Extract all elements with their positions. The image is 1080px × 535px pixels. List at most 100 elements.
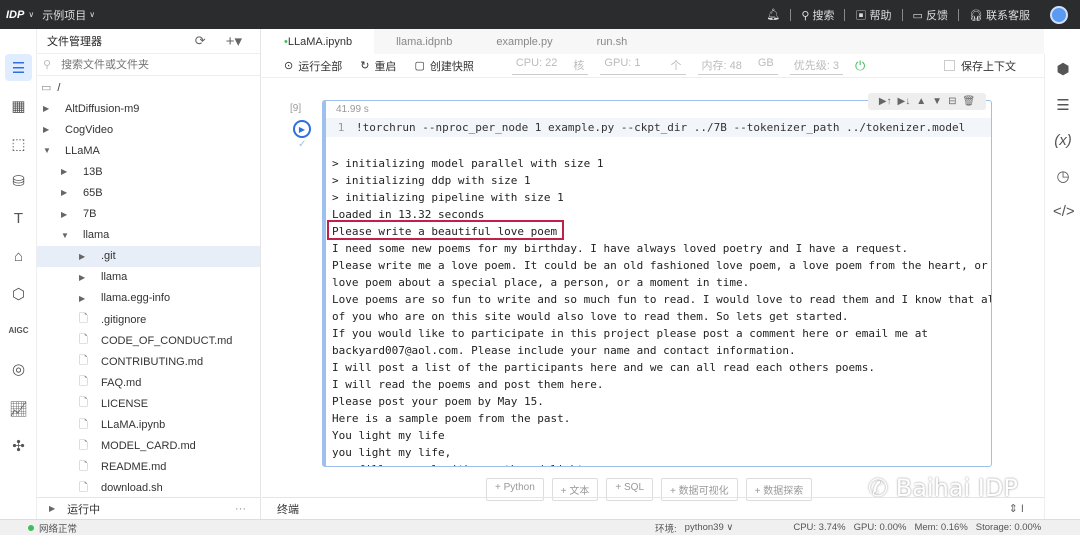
- notebook-icon[interactable]: ☰: [5, 54, 32, 81]
- list-icon[interactable]: ☰: [1053, 96, 1073, 114]
- caret-right-icon: ▶: [79, 293, 86, 303]
- caret-right-icon: ▶: [79, 272, 86, 282]
- save-context-checkbox[interactable]: 保存上下文: [944, 58, 1016, 74]
- tree-item[interactable]: ▼ llama: [37, 225, 260, 246]
- feedback-button[interactable]: ▭ 反馈: [913, 7, 948, 23]
- tree-item[interactable]: ▶ llama.egg-info: [37, 288, 260, 309]
- tab-llama-ipynb[interactable]: • LLaMA.ipynb: [262, 29, 375, 54]
- running-label: 运行中: [67, 503, 101, 516]
- run-cell-icon[interactable]: ▶: [293, 120, 311, 138]
- target-icon[interactable]: ◎: [8, 358, 29, 379]
- code-icon[interactable]: </>: [1053, 203, 1075, 220]
- tree-item[interactable]: 🗋︎ .gitignore: [37, 309, 260, 330]
- file-search[interactable]: ⚲: [37, 54, 260, 76]
- run-above-icon[interactable]: ▶↑: [879, 96, 892, 107]
- root-label: /: [57, 81, 61, 94]
- avatar[interactable]: [1050, 5, 1068, 24]
- tree-item-label: .gitignore: [101, 313, 147, 326]
- file-manager-title: 文件管理器: [47, 36, 102, 48]
- tree-item[interactable]: 🗋︎ FAQ.md: [37, 372, 260, 393]
- resize-icon[interactable]: ⇕ I: [1009, 502, 1024, 515]
- line-number: 1: [337, 121, 345, 134]
- add-icon[interactable]: +▾: [226, 32, 242, 50]
- tree-item[interactable]: ▶ AltDiffusion-m9: [37, 98, 260, 119]
- caret-right-icon: ▶: [61, 167, 68, 177]
- more-icon[interactable]: ···: [235, 503, 246, 515]
- priority-field[interactable]: 优先级: 3: [789, 57, 843, 75]
- bell-icon[interactable]: 🔔︎: [766, 8, 780, 21]
- tensorflow-icon[interactable]: T: [8, 208, 29, 229]
- save-context-label: 保存上下文: [961, 60, 1016, 73]
- graph-icon[interactable]: ⬚: [8, 133, 29, 154]
- tree-item[interactable]: 🗋︎ CONTRIBUTING.md: [37, 351, 260, 372]
- tree-item[interactable]: ▶ llama: [37, 267, 260, 288]
- file-search-input[interactable]: [61, 58, 232, 71]
- restart-button[interactable]: ↻ 重启: [360, 58, 396, 74]
- tab-llama-idpnb[interactable]: llama.idpnb: [374, 29, 474, 54]
- tree-item[interactable]: 🗋︎ LLaMA.ipynb: [37, 415, 260, 436]
- tree-item[interactable]: 🗋︎ download.sh: [37, 478, 260, 499]
- hexagons-icon[interactable]: ⬡: [8, 283, 29, 304]
- tree-item-label: LLaMA.ipynb: [101, 419, 166, 431]
- run-all-label: 运行全部: [298, 60, 343, 73]
- delete-icon[interactable]: 🗑︎: [962, 96, 975, 107]
- split-icon[interactable]: ⊟: [948, 96, 956, 107]
- mem-usage: Mem: 0.16%: [914, 522, 968, 533]
- tree-item[interactable]: ▶ .git: [37, 245, 260, 267]
- power-icon[interactable]: ⏻: [855, 58, 865, 74]
- tree-item-label: llama: [101, 271, 128, 284]
- idp-logo[interactable]: IDP: [6, 9, 24, 21]
- help-button[interactable]: ▣ 帮助: [855, 7, 891, 23]
- caret-right-icon: ▶: [49, 504, 56, 513]
- caret-right-icon: ▶: [61, 209, 68, 219]
- apps-icon[interactable]: ▦: [8, 95, 29, 116]
- database-icon[interactable]: ⛁: [8, 170, 29, 191]
- env-selector[interactable]: python39 ∨: [685, 522, 734, 533]
- chevron-down-icon[interactable]: ∨: [28, 10, 34, 19]
- tree-item[interactable]: 🗋︎ MODEL_CARD.md: [37, 436, 260, 457]
- move-down-icon[interactable]: ▼: [932, 96, 942, 107]
- tree-item[interactable]: ▶ 13B: [37, 161, 260, 182]
- tree-item-label: llama.egg-info: [101, 292, 171, 305]
- variables-icon[interactable]: (x): [1053, 132, 1073, 149]
- notebook-toolbar: ⊙ 运行全部 ↻ 重启 ▢ 创建快照 CPU: 22 核 GPU: 1 个 内存: 48 G…: [262, 54, 1044, 78]
- tree-item-label: .git: [101, 250, 116, 263]
- support-button[interactable]: 🎧︎ 联系客服: [969, 7, 1030, 23]
- chart-icon[interactable]: 📈︎: [8, 398, 29, 419]
- tab-example-py[interactable]: example.py: [474, 29, 574, 54]
- refresh-icon[interactable]: ⟳: [195, 33, 206, 49]
- snapshot-label: 创建快照: [429, 60, 474, 73]
- project-selector[interactable]: 示例项目: [42, 7, 86, 23]
- tree-item[interactable]: ▶ CogVideo: [37, 119, 260, 140]
- tab-run-sh[interactable]: run.sh: [575, 29, 650, 54]
- terminal-panel[interactable]: 终端 ⇕ I: [262, 497, 1044, 519]
- tree-item[interactable]: 🗋︎ CODE_OF_CONDUCT.md: [37, 330, 260, 351]
- tree-item[interactable]: 🗋︎ README.md: [37, 457, 260, 478]
- tab-label: run.sh: [596, 35, 628, 48]
- check-icon: ✓: [298, 139, 307, 150]
- search-button[interactable]: ⚲ 搜索: [801, 7, 834, 23]
- restart-label: 重启: [374, 60, 397, 73]
- tree-item[interactable]: ▶ 65B: [37, 182, 260, 203]
- tree-root[interactable]: ▭ /: [37, 77, 260, 98]
- running-panel[interactable]: ▶ 运行中 ···: [37, 497, 260, 519]
- cell-duration: 41.99 s: [336, 104, 369, 115]
- aigc-icon[interactable]: AIGC: [8, 320, 29, 341]
- tree-item[interactable]: ▶ 7B: [37, 204, 260, 225]
- cube-icon[interactable]: ⬢: [1053, 60, 1073, 78]
- run-all-button[interactable]: ⊙ 运行全部: [284, 58, 342, 74]
- gpu-field[interactable]: GPU: 1 个: [600, 57, 686, 75]
- cpu-field[interactable]: CPU: 22 核: [511, 57, 589, 75]
- tree-item[interactable]: ▼ LLaMA: [37, 140, 260, 161]
- code-cell[interactable]: 41.99 s 1 !torchrun --nproc_per_node 1 ex…: [322, 100, 992, 467]
- tree-item[interactable]: 🗋︎ LICENSE: [37, 393, 260, 414]
- store-icon[interactable]: ⌂: [8, 246, 29, 267]
- move-up-icon[interactable]: ▲: [916, 96, 926, 107]
- file-icon: 🗋︎: [79, 376, 88, 389]
- memory-field[interactable]: 内存: 48 GB: [697, 57, 778, 75]
- code-line[interactable]: 1 !torchrun --nproc_per_node 1 example.py…: [326, 118, 991, 137]
- snapshot-button[interactable]: ▢ 创建快照: [414, 58, 473, 74]
- history-icon[interactable]: ◷: [1053, 167, 1073, 185]
- plugin-icon[interactable]: ✣: [8, 435, 29, 456]
- run-below-icon[interactable]: ▶↓: [898, 96, 911, 107]
